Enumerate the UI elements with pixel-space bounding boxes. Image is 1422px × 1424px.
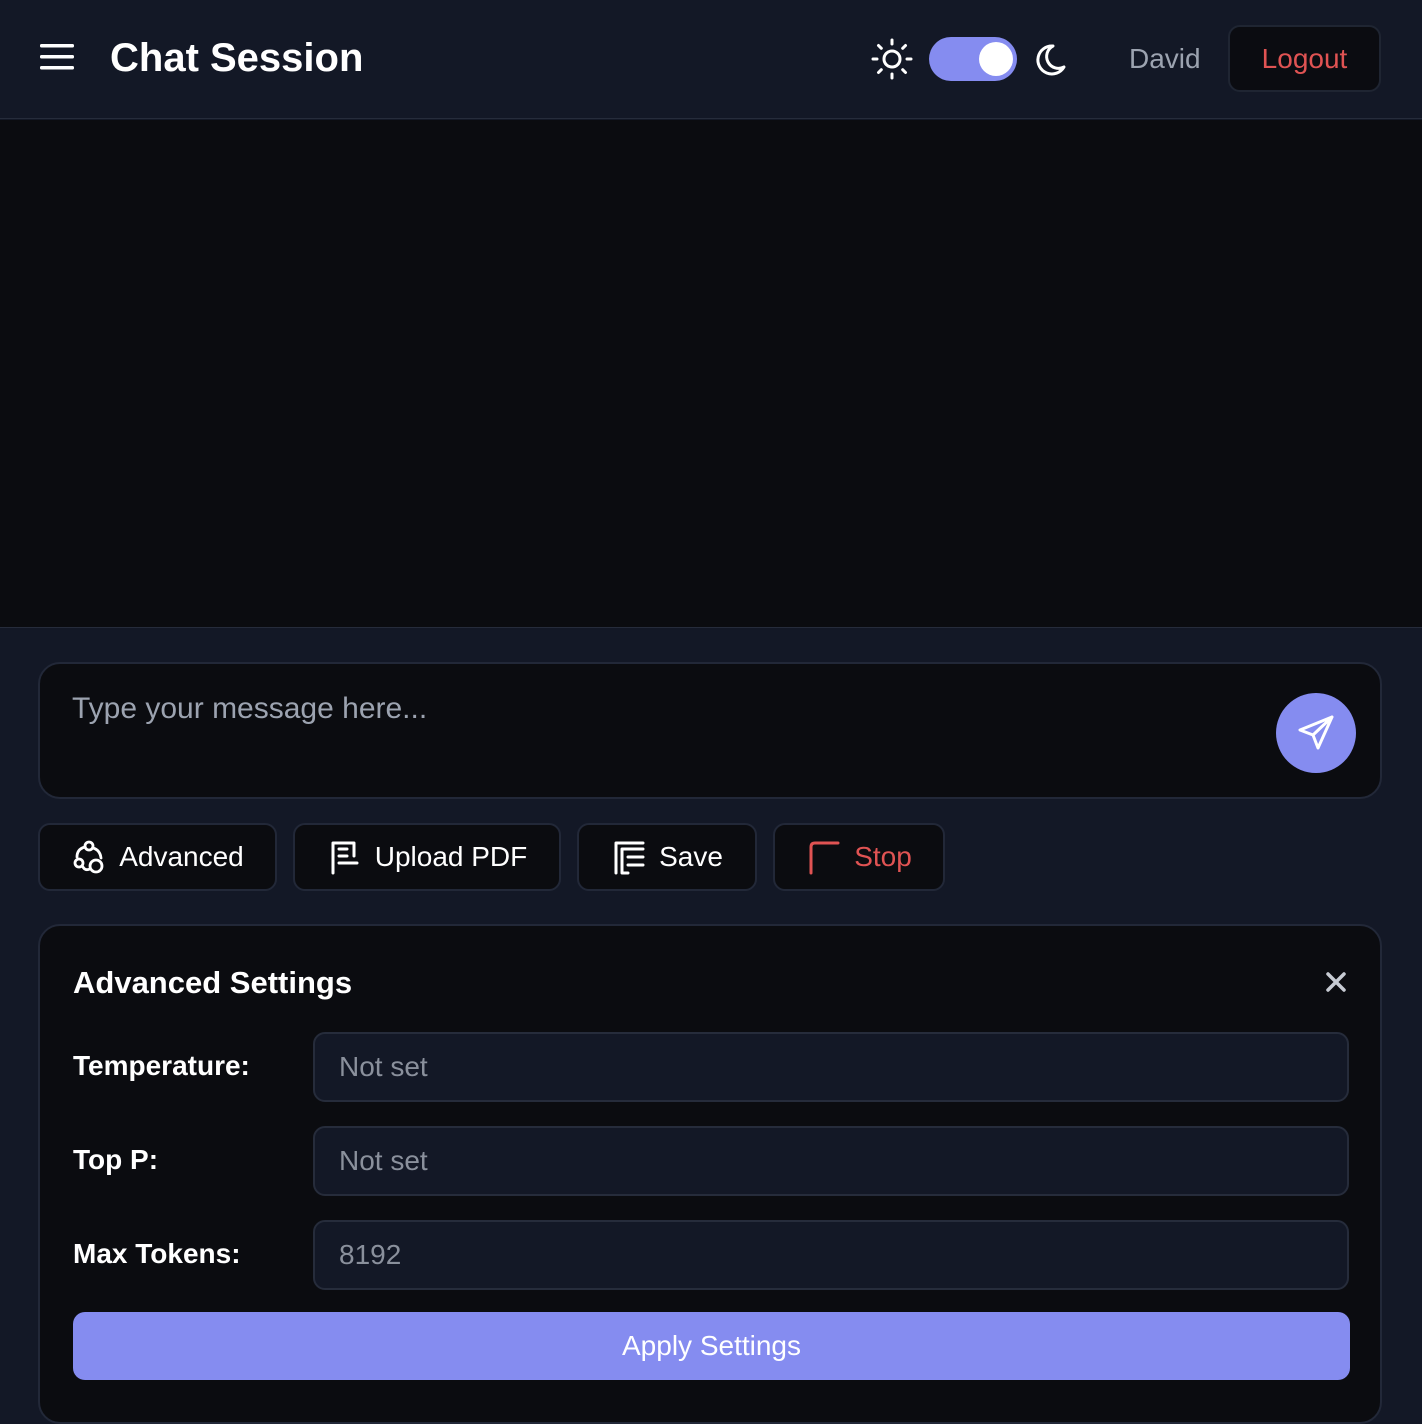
theme-toggle[interactable] <box>929 37 1017 81</box>
apply-settings-button[interactable]: Apply Settings <box>73 1312 1350 1380</box>
send-button[interactable] <box>1276 693 1356 773</box>
save-document-icon <box>614 841 645 875</box>
logout-button[interactable]: Logout <box>1228 25 1381 92</box>
advanced-settings-panel: Advanced Settings Temperature: Top P: Ma… <box>38 924 1382 1424</box>
max-tokens-label: Max Tokens: <box>73 1238 241 1269</box>
moon-icon[interactable] <box>1032 38 1074 80</box>
temperature-label: Temperature: <box>73 1050 250 1081</box>
upload-pdf-label: Upload PDF <box>374 841 528 872</box>
send-icon <box>1298 715 1334 750</box>
menu-button[interactable] <box>38 40 78 74</box>
message-input[interactable] <box>72 692 1252 772</box>
max-tokens-input[interactable] <box>313 1220 1349 1290</box>
sun-icon[interactable] <box>870 37 914 81</box>
hamburger-menu-icon <box>40 44 74 70</box>
top-p-label: Top P: <box>73 1144 159 1175</box>
temperature-input[interactable] <box>313 1032 1349 1102</box>
message-composer <box>38 662 1382 799</box>
app-header: Chat Session David Logout <box>0 0 1422 119</box>
save-button[interactable]: Save <box>577 823 757 891</box>
top-p-input[interactable] <box>313 1126 1349 1196</box>
user-name: David <box>1129 43 1201 74</box>
toggle-knob <box>979 42 1013 76</box>
stop-label: Stop <box>854 841 912 872</box>
close-settings-button[interactable] <box>1320 966 1352 998</box>
stop-icon <box>809 841 840 875</box>
advanced-button[interactable]: Advanced <box>38 823 277 891</box>
settings-icon <box>73 840 104 874</box>
upload-pdf-button[interactable]: Upload PDF <box>293 823 561 891</box>
settings-title: Advanced Settings <box>73 965 353 1000</box>
chat-messages-area <box>0 120 1422 628</box>
stop-button[interactable]: Stop <box>773 823 945 891</box>
save-label: Save <box>659 841 723 872</box>
close-icon <box>1326 972 1346 992</box>
page-title: Chat Session <box>110 36 364 80</box>
advanced-label: Advanced <box>119 841 244 872</box>
upload-document-icon <box>331 841 359 875</box>
